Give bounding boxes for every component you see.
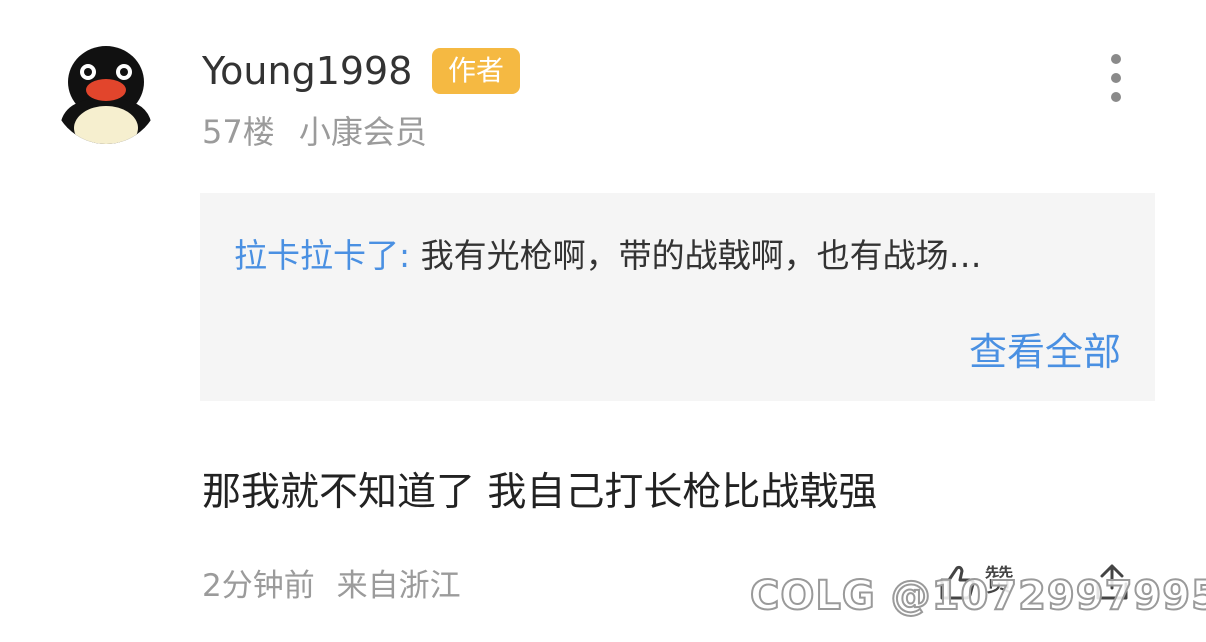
quote-text: 我有光枪啊，带的战戟啊，也有战场…	[420, 236, 982, 275]
quote-line: 拉卡拉卡了: 我有光枪啊，带的战戟啊，也有战场…	[234, 233, 982, 279]
more-dot-icon	[1111, 73, 1121, 83]
floor-number: 57楼	[202, 113, 275, 151]
penguin-avatar-image	[52, 36, 160, 144]
post-meta: 57楼 小康会员	[202, 110, 427, 154]
footer-meta: 2分钟前 来自浙江	[202, 564, 461, 608]
quote-author[interactable]: 拉卡拉卡了:	[234, 236, 410, 275]
more-dot-icon	[1111, 54, 1121, 64]
reply-text: 那我就不知道了 我自己打长枪比战戟强	[202, 470, 878, 515]
username[interactable]: Young1998	[202, 46, 412, 96]
view-all-link[interactable]: 查看全部	[969, 327, 1121, 377]
watermark: COLG @1072997995	[749, 572, 1206, 620]
author-badge: 作者	[432, 48, 520, 94]
member-level: 小康会员	[298, 113, 427, 151]
post-location: 来自浙江	[336, 568, 461, 604]
more-options-button[interactable]	[1096, 50, 1136, 106]
more-dot-icon	[1111, 92, 1121, 102]
post-time: 2分钟前	[202, 568, 315, 604]
avatar[interactable]	[52, 36, 160, 144]
quoted-comment[interactable]: 拉卡拉卡了: 我有光枪啊，带的战戟啊，也有战场… 查看全部	[200, 193, 1155, 401]
